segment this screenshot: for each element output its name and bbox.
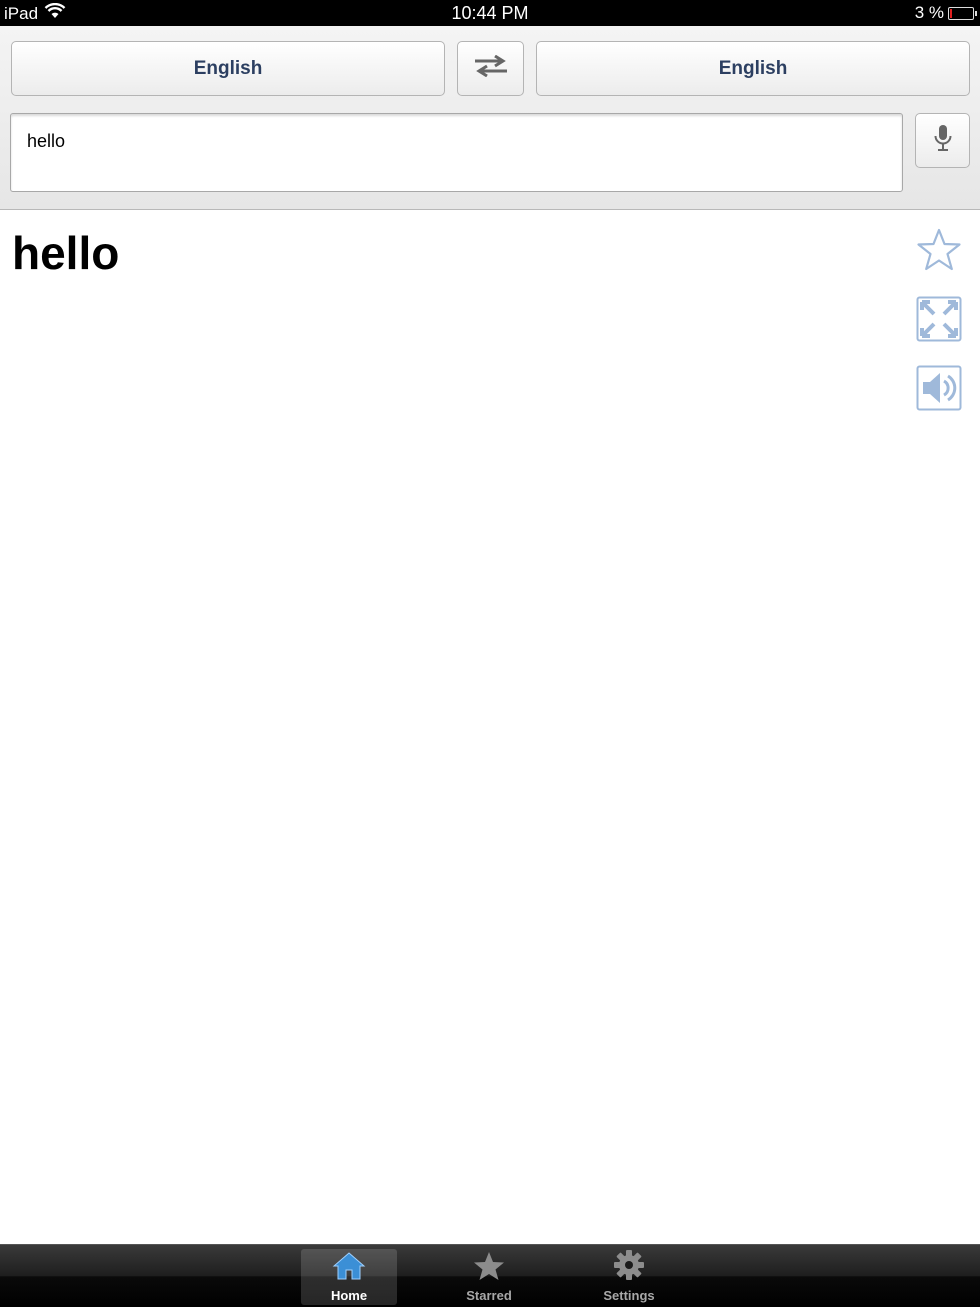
status-right: 3 % bbox=[914, 3, 977, 23]
speaker-icon[interactable] bbox=[915, 364, 963, 412]
target-language-button[interactable]: English bbox=[536, 41, 970, 96]
fullscreen-icon[interactable] bbox=[915, 295, 963, 343]
translation-result: hello bbox=[12, 227, 120, 279]
battery-icon bbox=[948, 6, 977, 20]
star-icon[interactable] bbox=[915, 226, 963, 274]
home-icon bbox=[332, 1251, 366, 1286]
tab-home-label: Home bbox=[330, 1288, 368, 1303]
tab-home[interactable]: Home bbox=[301, 1249, 397, 1305]
status-time: 10:44 PM bbox=[451, 3, 529, 23]
tab-starred[interactable]: Starred bbox=[441, 1249, 537, 1305]
target-language-label: English bbox=[718, 57, 788, 79]
tab-settings[interactable]: Settings bbox=[581, 1249, 677, 1305]
voice-input-button[interactable] bbox=[915, 113, 970, 168]
tab-starred-label: Starred bbox=[466, 1288, 512, 1303]
tab-bar: Home Starred Settings bbox=[0, 1244, 980, 1307]
source-language-button[interactable]: English bbox=[11, 41, 445, 96]
gear-icon bbox=[613, 1249, 645, 1286]
translator-header: English English hello bbox=[0, 26, 980, 210]
swap-languages-button[interactable] bbox=[457, 41, 524, 96]
tab-settings-label: Settings bbox=[603, 1288, 655, 1303]
star-tab-icon bbox=[473, 1251, 505, 1286]
translation-input-text: hello bbox=[27, 131, 66, 151]
swap-arrows-icon bbox=[473, 54, 509, 82]
source-language-label: English bbox=[193, 57, 263, 79]
battery-percent: 3 % bbox=[914, 3, 944, 22]
microphone-icon bbox=[933, 124, 953, 157]
translation-input[interactable]: hello bbox=[10, 113, 903, 192]
status-bar: iPad 10:44 PM 3 % bbox=[0, 0, 980, 26]
